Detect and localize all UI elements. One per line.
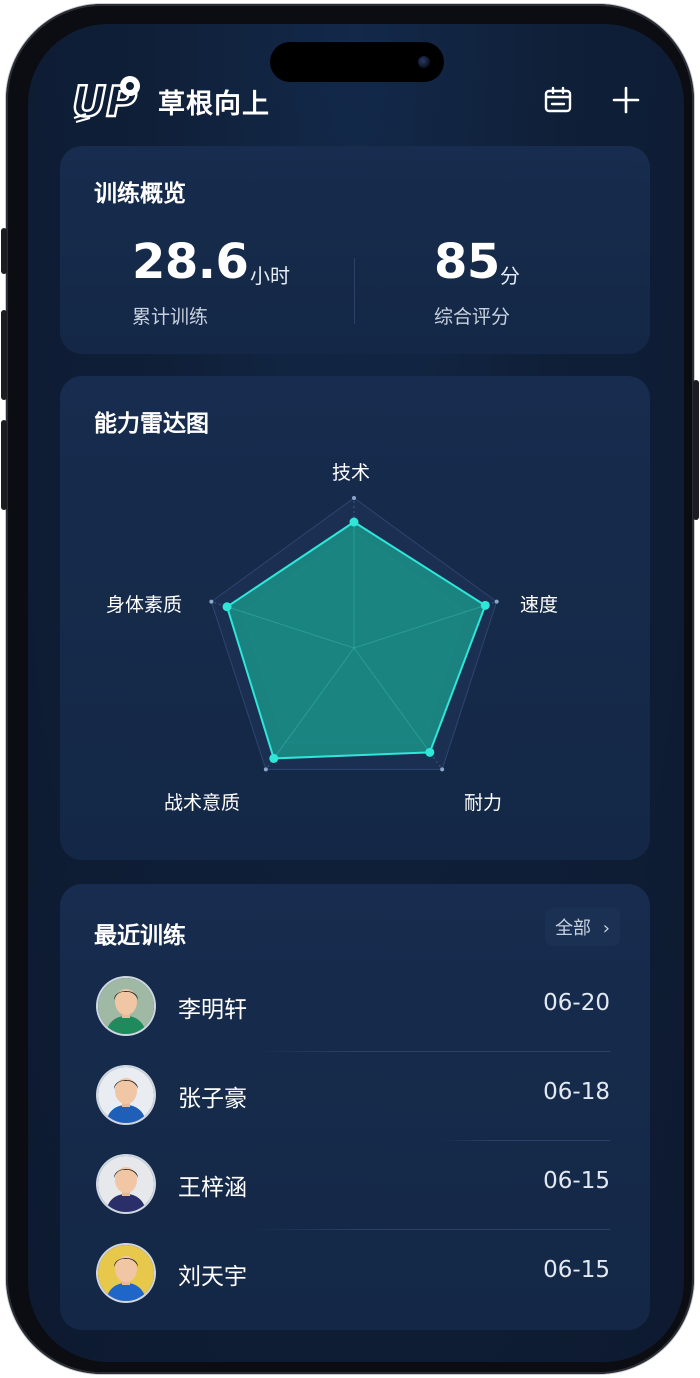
overall-score-value: 85	[434, 234, 500, 290]
player-avatar	[98, 1156, 154, 1212]
total-hours-label: 累计训练	[132, 306, 209, 328]
radar-label-tactics: 战术意质	[164, 792, 241, 814]
phone-frame: UP 草根向上 训练概览 28.6 小时 累计训练 85 分 综合评分 能力雷达…	[6, 4, 694, 1374]
calendar-button[interactable]	[538, 80, 578, 120]
training-date: 06-15	[543, 1257, 610, 1283]
total-hours-value: 28.6	[132, 234, 249, 290]
overview-title: 训练概览	[94, 181, 186, 207]
radar-data-point	[349, 517, 359, 527]
row-divider	[250, 1051, 610, 1052]
silent-switch	[1, 228, 7, 274]
player-name: 王梓涵	[178, 1175, 247, 1201]
app-header: UP 草根向上	[72, 74, 652, 134]
training-date: 06-20	[543, 990, 610, 1016]
view-all-link[interactable]: 全部 ›	[545, 908, 620, 946]
radar-axis-tip	[440, 767, 445, 772]
radar-axis-tip	[263, 767, 268, 772]
training-row[interactable]: 王梓涵 06-15	[60, 1142, 650, 1230]
app-logo-icon: UP	[72, 76, 140, 124]
training-row[interactable]: 张子豪 06-18	[60, 1053, 650, 1141]
player-name: 李明轩	[178, 997, 247, 1023]
training-row[interactable]: 李明轩 06-20	[60, 964, 650, 1052]
radar-label-technique: 技术	[332, 462, 371, 484]
power-button	[693, 380, 699, 520]
stat-divider	[354, 258, 355, 324]
overview-card: 训练概览 28.6 小时 累计训练 85 分 综合评分	[60, 146, 650, 354]
row-divider	[250, 1229, 610, 1230]
overall-score-label: 综合评分	[434, 306, 511, 328]
radar-label-speed: 速度	[520, 594, 559, 616]
radar-label-endurance: 耐力	[464, 792, 503, 814]
player-name: 刘天宇	[178, 1264, 247, 1290]
radar-axis-tip	[209, 599, 214, 604]
player-avatar	[98, 1245, 154, 1301]
radar-axis-tip	[352, 496, 356, 500]
overall-score-unit: 分	[500, 264, 520, 288]
camera-icon	[418, 56, 430, 68]
plus-icon	[612, 86, 640, 114]
radar-data-point	[269, 753, 279, 763]
radar-data-point	[222, 602, 232, 612]
radar-axis-tip	[494, 599, 499, 604]
radar-label-physical: 身体素质	[106, 594, 183, 616]
calendar-icon	[544, 86, 572, 113]
training-row[interactable]: 刘天宇 06-15	[60, 1231, 650, 1319]
training-date: 06-18	[543, 1079, 610, 1105]
add-button[interactable]	[606, 80, 646, 120]
radar-data-point	[425, 747, 435, 757]
radar-chart	[209, 496, 499, 772]
recent-training-card: 最近训练 全部 › 李明轩 06-20 张子豪 06-18 王梓涵 06-15 刘天宇 06-…	[60, 884, 650, 1330]
volume-up-button	[1, 310, 7, 400]
player-name: 张子豪	[178, 1086, 247, 1112]
total-hours-unit: 小时	[250, 264, 290, 288]
player-avatar	[98, 1067, 154, 1123]
training-date: 06-15	[543, 1168, 610, 1194]
recent-title: 最近训练	[94, 923, 186, 949]
row-divider	[440, 1140, 610, 1141]
volume-down-button	[1, 420, 7, 510]
app-title: 草根向上	[158, 89, 270, 120]
chevron-right-icon: ›	[602, 918, 610, 939]
player-avatar	[98, 978, 154, 1034]
radar-card: 能力雷达图 技术 速度 耐力 战术意质 身体素质	[60, 376, 650, 860]
view-all-label: 全部	[555, 918, 592, 939]
app-screen: UP 草根向上 训练概览 28.6 小时 累计训练 85 分 综合评分 能力雷达…	[28, 24, 684, 1362]
radar-data-point	[480, 600, 490, 610]
